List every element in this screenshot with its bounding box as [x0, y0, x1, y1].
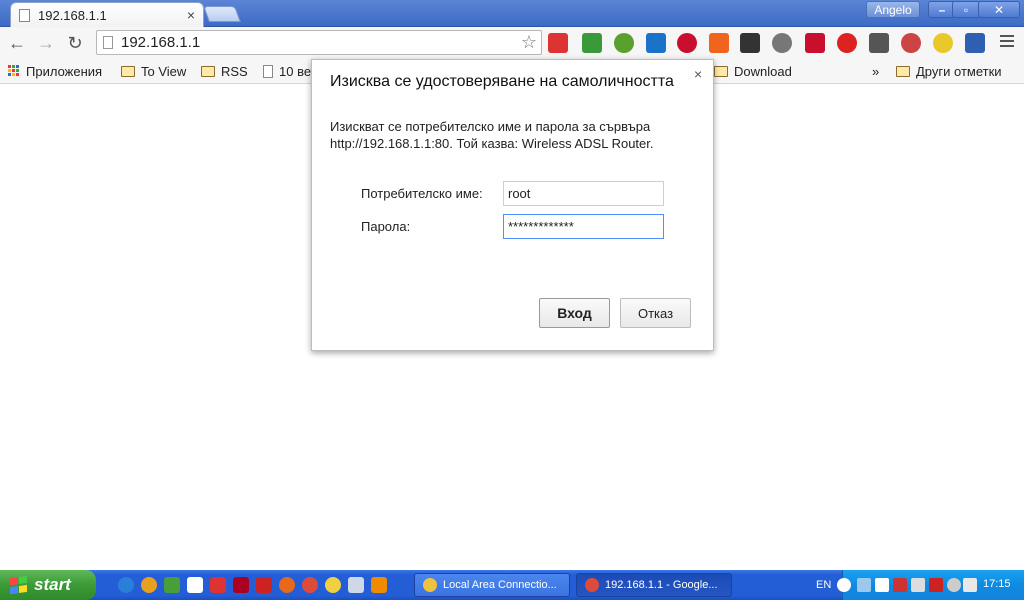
- tab-title: 192.168.1.1: [38, 7, 107, 23]
- language-indicator[interactable]: EN: [816, 579, 831, 591]
- heart-extension-icon[interactable]: [837, 33, 857, 53]
- username-input[interactable]: [503, 181, 664, 206]
- other-bookmarks[interactable]: Други отметки: [896, 62, 1002, 80]
- extension-icon[interactable]: [548, 33, 568, 53]
- windows-logo-icon: [10, 575, 28, 595]
- clock[interactable]: 17:15: [983, 578, 1011, 590]
- bookmark-label: RSS: [221, 63, 248, 79]
- quicklaunch-icon[interactable]: [141, 577, 157, 593]
- reload-button[interactable]: ↻: [63, 31, 87, 55]
- quicklaunch-icon[interactable]: [210, 577, 226, 593]
- start-label: start: [34, 575, 71, 594]
- apps-icon: [8, 65, 20, 77]
- taskbar-item[interactable]: 192.168.1.1 - Google...: [576, 573, 732, 597]
- ie-icon[interactable]: [118, 577, 134, 593]
- star-extension-icon[interactable]: [933, 33, 953, 53]
- tray-icon[interactable]: [947, 578, 961, 592]
- network-icon: [423, 578, 437, 592]
- rss-extension-icon[interactable]: [965, 33, 985, 53]
- browser-toolbar: ← → ↻ 192.168.1.1 ☆: [0, 27, 1024, 59]
- taskbar-item-label: 192.168.1.1 - Google...: [605, 579, 718, 591]
- network-tray-icon[interactable]: [893, 578, 907, 592]
- bookmark-folder[interactable]: RSS: [201, 62, 248, 80]
- bookmark-star-icon[interactable]: ☆: [517, 32, 541, 53]
- bookmarks-overflow-button[interactable]: »: [872, 62, 879, 80]
- bookmark-label: Други отметки: [916, 63, 1002, 79]
- menu-icon[interactable]: [1000, 35, 1014, 49]
- system-tray: 17:15: [837, 570, 1024, 600]
- bookmark-label: Download: [734, 63, 792, 79]
- volume-icon[interactable]: [911, 578, 925, 592]
- back-button[interactable]: ←: [5, 31, 29, 55]
- title-bar: 192.168.1.1 × Angelo – ▫ ✕: [0, 0, 1024, 27]
- checkmark-extension-icon[interactable]: [740, 33, 760, 53]
- dialog-close-icon[interactable]: ×: [694, 66, 702, 82]
- orange-extension-icon[interactable]: [709, 33, 729, 53]
- film-extension-icon[interactable]: [772, 33, 792, 53]
- password-input[interactable]: [503, 214, 664, 239]
- firefox-icon[interactable]: [279, 577, 295, 593]
- folder-icon: [714, 65, 728, 77]
- taskbar: start Local Area Connectio... 192.168.1.…: [0, 570, 1024, 600]
- cancel-button[interactable]: Отказ: [620, 298, 691, 328]
- password-label: Парола:: [361, 219, 411, 234]
- folder-extension-icon[interactable]: [869, 33, 889, 53]
- bookmark-label: 10 ве: [279, 63, 312, 79]
- dialog-title: Изисква се удостоверяване на самоличност…: [330, 73, 674, 90]
- folder-icon: [121, 65, 135, 77]
- page-icon: [263, 64, 273, 78]
- shield-icon[interactable]: [875, 578, 889, 592]
- arrow-extension-icon[interactable]: [614, 33, 634, 53]
- bookmark-label: Приложения: [26, 63, 103, 79]
- network-tray-icon[interactable]: [857, 578, 871, 592]
- media-icon[interactable]: [233, 577, 249, 593]
- login-button[interactable]: Вход: [539, 298, 610, 328]
- quicklaunch-icon[interactable]: [325, 577, 341, 593]
- adblock-icon[interactable]: [677, 33, 697, 53]
- taskbar-item[interactable]: Local Area Connectio...: [414, 573, 570, 597]
- picasa-icon[interactable]: [164, 577, 180, 593]
- bookmark-apps[interactable]: Приложения: [8, 62, 102, 80]
- username-label: Потребителско име:: [361, 186, 483, 201]
- tools-extension-icon[interactable]: [646, 33, 666, 53]
- chrome-icon: [585, 578, 599, 592]
- browser-tab[interactable]: 192.168.1.1 ×: [10, 2, 204, 27]
- new-tab-button[interactable]: [203, 6, 241, 22]
- page-icon: [103, 36, 113, 49]
- address-bar[interactable]: 192.168.1.1 ☆: [96, 30, 542, 55]
- tray-expand-icon[interactable]: [837, 578, 851, 592]
- forward-button[interactable]: →: [34, 31, 58, 55]
- start-button[interactable]: start: [0, 570, 96, 600]
- url-text[interactable]: 192.168.1.1: [121, 34, 517, 51]
- profile-button[interactable]: Angelo: [866, 1, 920, 18]
- folder-icon: [896, 65, 910, 77]
- print-extension-icon[interactable]: [582, 33, 602, 53]
- tab-close-icon[interactable]: ×: [187, 7, 195, 23]
- folder-icon: [201, 65, 215, 77]
- bookmark-label: To View: [141, 63, 187, 79]
- quicklaunch-icon[interactable]: [348, 577, 364, 593]
- page-icon: [19, 8, 30, 22]
- monitor-icon[interactable]: [963, 578, 977, 592]
- maximize-button[interactable]: ▫: [952, 1, 980, 18]
- auth-dialog: Изисква се удостоверяване на самоличност…: [311, 59, 714, 351]
- bookmark-folder[interactable]: To View: [121, 62, 186, 80]
- save-extension-icon[interactable]: [805, 33, 825, 53]
- bookmark-page[interactable]: 10 ве: [263, 62, 311, 80]
- dialog-message: Изискват се потребителско име и парола з…: [330, 119, 654, 151]
- window-close-button[interactable]: ✕: [978, 1, 1020, 18]
- uk-flag-icon[interactable]: [256, 577, 272, 593]
- vlc-icon[interactable]: [371, 577, 387, 593]
- tray-icon[interactable]: [929, 578, 943, 592]
- notepad-icon[interactable]: [187, 577, 203, 593]
- link-extension-icon[interactable]: [901, 33, 921, 53]
- bookmark-folder[interactable]: Download: [714, 62, 792, 80]
- chrome-icon[interactable]: [302, 577, 318, 593]
- taskbar-item-label: Local Area Connectio...: [443, 579, 557, 591]
